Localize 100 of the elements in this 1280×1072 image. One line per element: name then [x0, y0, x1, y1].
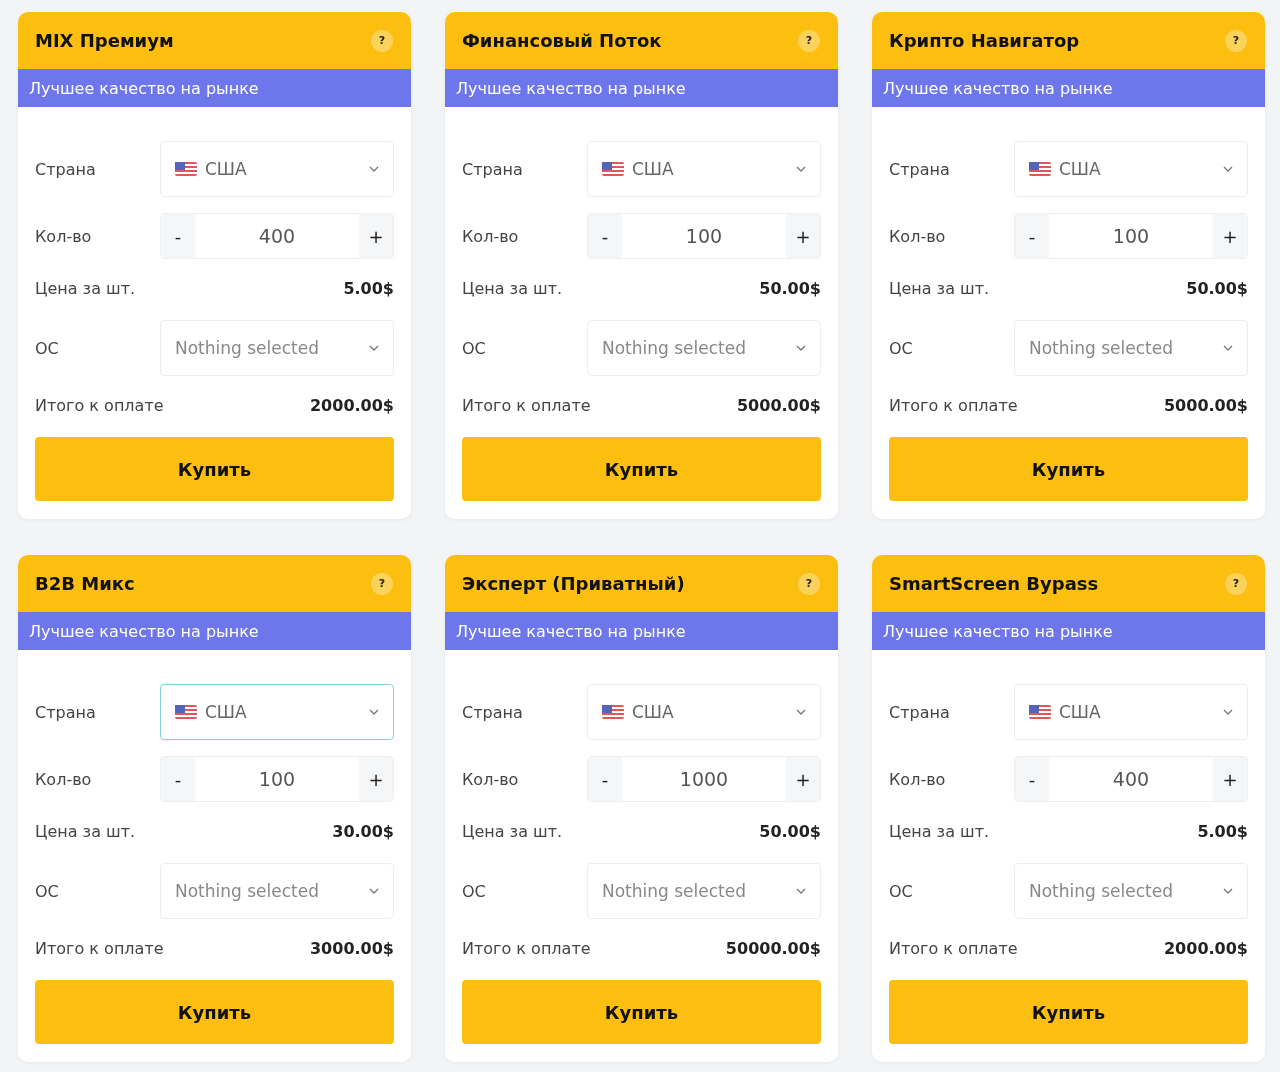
unit-price: 5.00$ [343, 279, 394, 298]
field-label: Цена за шт. [35, 822, 136, 841]
buy-button[interactable]: Купить [462, 980, 821, 1044]
os-select[interactable]: Nothing selected [1014, 320, 1248, 376]
quantity-stepper[interactable]: - 100 + [1014, 213, 1248, 259]
field-label: Страна [35, 702, 96, 722]
field-label: Кол-во [889, 226, 946, 246]
chevron-down-icon [796, 888, 806, 894]
total-price: 2000.00$ [1164, 939, 1248, 958]
field-label: Кол-во [462, 769, 519, 789]
help-button[interactable]: ? [1225, 572, 1247, 595]
card-title: MIX Премиум [35, 30, 174, 51]
unit-price: 5.00$ [1197, 822, 1248, 841]
quantity-stepper[interactable]: - 400 + [160, 213, 394, 259]
country-select[interactable]: США [1014, 684, 1248, 740]
subtitle-banner: Лучшее качество на рынке [445, 612, 838, 650]
increment-button[interactable]: + [359, 757, 393, 801]
subtitle-banner: Лучшее качество на рынке [18, 612, 411, 650]
country-select[interactable]: США [1014, 141, 1248, 197]
increment-button[interactable]: + [1213, 214, 1247, 258]
total-price: 3000.00$ [310, 939, 394, 958]
decrement-button[interactable]: - [588, 214, 622, 258]
increment-button[interactable]: + [359, 214, 393, 258]
field-label: ОС [462, 881, 486, 901]
field-label: Страна [889, 702, 950, 722]
country-select[interactable]: США [160, 141, 394, 197]
os-select[interactable]: Nothing selected [587, 863, 821, 919]
buy-button[interactable]: Купить [35, 437, 394, 501]
increment-button[interactable]: + [786, 214, 820, 258]
buy-button[interactable]: Купить [889, 437, 1248, 501]
flag-icon [602, 162, 624, 176]
unit-price: 50.00$ [759, 279, 821, 298]
total-price: 5000.00$ [737, 396, 821, 415]
decrement-button[interactable]: - [1015, 757, 1049, 801]
os-select[interactable]: Nothing selected [160, 320, 394, 376]
os-select[interactable]: Nothing selected [160, 863, 394, 919]
decrement-button[interactable]: - [1015, 214, 1049, 258]
increment-button[interactable]: + [1213, 757, 1247, 801]
field-label: Цена за шт. [35, 279, 136, 298]
chevron-down-icon [1223, 166, 1233, 172]
field-label: Цена за шт. [889, 279, 990, 298]
help-button[interactable]: ? [371, 29, 393, 52]
flag-icon [602, 705, 624, 719]
field-label: Цена за шт. [889, 822, 990, 841]
chevron-down-icon [796, 166, 806, 172]
quantity-stepper[interactable]: - 100 + [587, 213, 821, 259]
subtitle-banner: Лучшее качество на рынке [872, 612, 1265, 650]
os-select[interactable]: Nothing selected [1014, 863, 1248, 919]
chevron-down-icon [1223, 709, 1233, 715]
field-label: Кол-во [889, 769, 946, 789]
quantity-stepper[interactable]: - 100 + [160, 756, 394, 802]
field-label: Итого к оплате [462, 396, 591, 415]
field-label: Итого к оплате [462, 939, 591, 958]
flag-icon [1029, 705, 1051, 719]
buy-button[interactable]: Купить [462, 437, 821, 501]
decrement-button[interactable]: - [588, 757, 622, 801]
buy-button[interactable]: Купить [35, 980, 394, 1044]
country-select[interactable]: США [587, 684, 821, 740]
field-label: Страна [35, 159, 96, 179]
unit-price: 30.00$ [332, 822, 394, 841]
field-label: ОС [889, 881, 913, 901]
chevron-down-icon [796, 345, 806, 351]
help-button[interactable]: ? [798, 29, 820, 52]
field-label: Итого к оплате [889, 396, 1018, 415]
unit-price: 50.00$ [759, 822, 821, 841]
card-title: Финансовый Поток [462, 30, 662, 51]
decrement-button[interactable]: - [161, 757, 195, 801]
quantity-stepper[interactable]: - 400 + [1014, 756, 1248, 802]
field-label: ОС [462, 338, 486, 358]
total-price: 5000.00$ [1164, 396, 1248, 415]
field-label: Кол-во [35, 226, 92, 246]
help-button[interactable]: ? [798, 572, 820, 595]
os-select[interactable]: Nothing selected [587, 320, 821, 376]
field-label: ОС [35, 881, 59, 901]
card-title: SmartScreen Bypass [889, 573, 1099, 594]
chevron-down-icon [369, 709, 379, 715]
field-label: Страна [889, 159, 950, 179]
flag-icon [175, 162, 197, 176]
field-label: Итого к оплате [35, 939, 164, 958]
field-label: Кол-во [35, 769, 92, 789]
total-price: 50000.00$ [725, 939, 821, 958]
country-select[interactable]: США [160, 684, 394, 740]
quantity-stepper[interactable]: - 1000 + [587, 756, 821, 802]
help-button[interactable]: ? [371, 572, 393, 595]
total-price: 2000.00$ [310, 396, 394, 415]
decrement-button[interactable]: - [161, 214, 195, 258]
help-button[interactable]: ? [1225, 29, 1247, 52]
country-select[interactable]: США [587, 141, 821, 197]
subtitle-banner: Лучшее качество на рынке [18, 69, 411, 107]
chevron-down-icon [1223, 345, 1233, 351]
unit-price: 50.00$ [1186, 279, 1248, 298]
increment-button[interactable]: + [786, 757, 820, 801]
chevron-down-icon [369, 166, 379, 172]
field-label: Кол-во [462, 226, 519, 246]
field-label: ОС [889, 338, 913, 358]
field-label: Итого к оплате [889, 939, 1018, 958]
flag-icon [175, 705, 197, 719]
buy-button[interactable]: Купить [889, 980, 1248, 1044]
flag-icon [1029, 162, 1051, 176]
field-label: Итого к оплате [35, 396, 164, 415]
